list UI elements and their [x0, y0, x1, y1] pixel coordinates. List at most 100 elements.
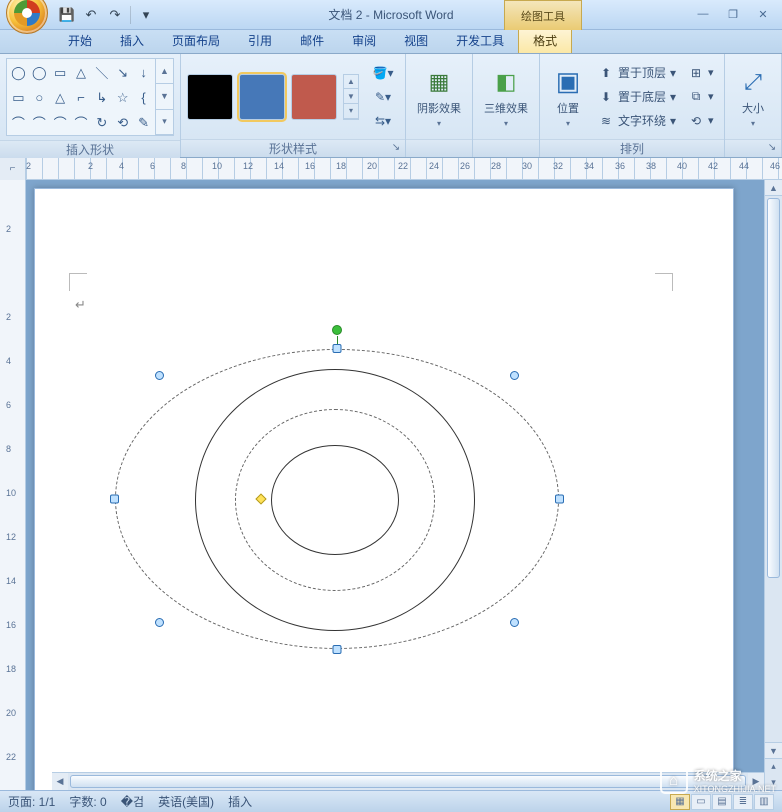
maximize-button[interactable]: ❐ [720, 6, 746, 22]
shape-gallery-item-17[interactable]: ⌒ [71, 110, 92, 135]
scroll-up-icon[interactable]: ▲ [765, 180, 782, 196]
position-button[interactable]: ▣ 位置 ▾ [546, 60, 590, 134]
view-outline-icon[interactable]: ≣ [733, 794, 753, 810]
style-swatch-blue[interactable] [239, 74, 285, 120]
selected-shape-donut[interactable] [115, 349, 559, 649]
shape-gallery-item-7[interactable]: ▭ [8, 85, 29, 110]
status-language[interactable]: 英语(美国) [158, 793, 214, 810]
style-swatch-red[interactable] [291, 74, 337, 120]
shape-gallery-item-20[interactable]: ✎ [133, 110, 154, 135]
shape-gallery-item-12[interactable]: ☆ [112, 85, 133, 110]
resize-handle-w[interactable] [110, 495, 119, 504]
shadow-effects-button[interactable]: ▦ 阴影效果 ▾ [412, 60, 466, 134]
resize-handle-nw[interactable] [155, 371, 164, 380]
resize-handle-sw[interactable] [155, 618, 164, 627]
style-scroll-down-icon[interactable]: ▼ [344, 89, 358, 104]
shape-gallery-item-5[interactable]: ↘ [112, 60, 133, 85]
shape-gallery-item-11[interactable]: ↳ [91, 85, 112, 110]
shape-gallery-item-15[interactable]: ⌒ [29, 110, 50, 135]
resize-handle-e[interactable] [555, 495, 564, 504]
shape-gallery-item-6[interactable]: ↓ [133, 60, 154, 85]
scroll-left-icon[interactable]: ◀ [52, 773, 68, 790]
minimize-button[interactable]: — [690, 6, 716, 22]
tab-insert[interactable]: 插入 [106, 28, 158, 53]
shape-styles-launcher-icon[interactable]: ↘ [390, 142, 402, 154]
prev-page-icon[interactable]: ▴ [765, 759, 782, 775]
size-launcher-icon[interactable]: ↘ [766, 142, 778, 154]
gallery-scroll-up-icon[interactable]: ▲ [156, 59, 173, 84]
bring-to-front-button[interactable]: ⬆置于顶层▾ [594, 62, 680, 84]
tab-references[interactable]: 引用 [234, 28, 286, 53]
tab-format[interactable]: 格式 [518, 27, 572, 53]
horizontal-ruler[interactable]: ⌐ 22468101214161820222426283032343638404… [0, 158, 782, 180]
ruler-h-tick: 10 [212, 161, 222, 171]
tab-view[interactable]: 视图 [390, 28, 442, 53]
status-insert-mode[interactable]: 插入 [228, 793, 252, 810]
vertical-ruler[interactable]: 2246810121416182022 [0, 180, 26, 790]
save-icon[interactable]: 💾 [58, 6, 76, 24]
shape-gallery-item-19[interactable]: ⟲ [112, 110, 133, 135]
shape-gallery-item-14[interactable]: ⌒ [8, 110, 29, 135]
size-button[interactable]: ⤢ 大小 ▾ [731, 60, 775, 134]
text-wrap-button[interactable]: ≋文字环绕▾ [594, 110, 680, 132]
shape-gallery-item-8[interactable]: ○ [29, 85, 50, 110]
scroll-down-icon[interactable]: ▼ [765, 742, 782, 758]
page[interactable]: ↵ [34, 188, 734, 790]
shape-gallery-item-3[interactable]: △ [71, 60, 92, 85]
horizontal-scrollbar[interactable]: ◀ ▶ [52, 772, 764, 790]
proofing-icon[interactable]: �검 [121, 793, 144, 810]
shape-gallery-item-0[interactable]: ◯ [8, 60, 29, 85]
change-shape-button[interactable]: ⇆▾ [367, 110, 399, 132]
office-button[interactable] [6, 0, 48, 34]
tab-home[interactable]: 开始 [54, 28, 106, 53]
shape-gallery-item-13[interactable]: { [133, 85, 154, 110]
vertical-scrollbar[interactable]: ▲ ▼ ▴ ▾ [764, 180, 782, 790]
undo-icon[interactable]: ↶ [82, 6, 100, 24]
resize-handle-s[interactable] [333, 645, 342, 654]
shape-gallery-item-16[interactable]: ⌒ [50, 110, 71, 135]
shape-gallery-item-2[interactable]: ▭ [50, 60, 71, 85]
tab-review[interactable]: 审阅 [338, 28, 390, 53]
style-scroll-up-icon[interactable]: ▲ [344, 75, 358, 90]
tab-developer[interactable]: 开发工具 [442, 28, 518, 53]
document-scroll[interactable]: ↵ ▲ ▼ ▴ [26, 180, 782, 790]
shape-gallery-item-4[interactable]: ＼ [91, 60, 112, 85]
scroll-thumb-h[interactable] [70, 775, 746, 788]
status-words[interactable]: 字数: 0 [69, 793, 106, 810]
scroll-right-icon[interactable]: ▶ [748, 773, 764, 790]
shape-gallery-item-9[interactable]: △ [50, 85, 71, 110]
shape-fill-button[interactable]: 🪣▾ [367, 62, 399, 84]
threed-effects-button[interactable]: ◧ 三维效果 ▾ [479, 60, 533, 134]
shape-gallery-item-18[interactable]: ↻ [91, 110, 112, 135]
close-button[interactable]: ✕ [750, 6, 776, 22]
shape-gallery-item-1[interactable]: ◯ [29, 60, 50, 85]
resize-handle-se[interactable] [510, 618, 519, 627]
send-to-back-button[interactable]: ⬇置于底层▾ [594, 86, 680, 108]
shape-gallery-item-10[interactable]: ⌐ [71, 85, 92, 110]
tab-mailings[interactable]: 邮件 [286, 28, 338, 53]
gallery-scroll-down-icon[interactable]: ▼ [156, 84, 173, 109]
rotate-handle[interactable] [332, 325, 342, 335]
style-more-icon[interactable]: ▾ [344, 104, 358, 119]
resize-handle-n[interactable] [333, 344, 342, 353]
shape-ring-inner[interactable] [271, 445, 399, 555]
redo-icon[interactable]: ↷ [106, 6, 124, 24]
gallery-more-icon[interactable]: ▾ [156, 110, 173, 135]
style-swatch-black[interactable] [187, 74, 233, 120]
group-button[interactable]: ⧉▾ [684, 86, 718, 108]
shape-gallery[interactable]: ◯◯▭△＼↘↓▭○△⌐↳☆{⌒⌒⌒⌒↻⟲✎ ▲ ▼ ▾ [6, 58, 174, 136]
align-button[interactable]: ⊞▾ [684, 62, 718, 84]
view-draft-icon[interactable]: ▥ [754, 794, 774, 810]
scroll-thumb-v[interactable] [767, 198, 780, 578]
ruler-corner[interactable]: ⌐ [0, 158, 26, 180]
resize-handle-ne[interactable] [510, 371, 519, 380]
shape-outline-button[interactable]: ✎▾ [367, 86, 399, 108]
tab-pagelayout[interactable]: 页面布局 [158, 28, 234, 53]
qat-customize-icon[interactable]: ▾ [137, 6, 155, 24]
status-page[interactable]: 页面: 1/1 [8, 793, 55, 810]
view-web-icon[interactable]: ▤ [712, 794, 732, 810]
rotate-button[interactable]: ⟲▾ [684, 110, 718, 132]
view-print-layout-icon[interactable]: ▦ [670, 794, 690, 810]
next-page-icon[interactable]: ▾ [765, 775, 782, 791]
view-fullscreen-icon[interactable]: ▭ [691, 794, 711, 810]
